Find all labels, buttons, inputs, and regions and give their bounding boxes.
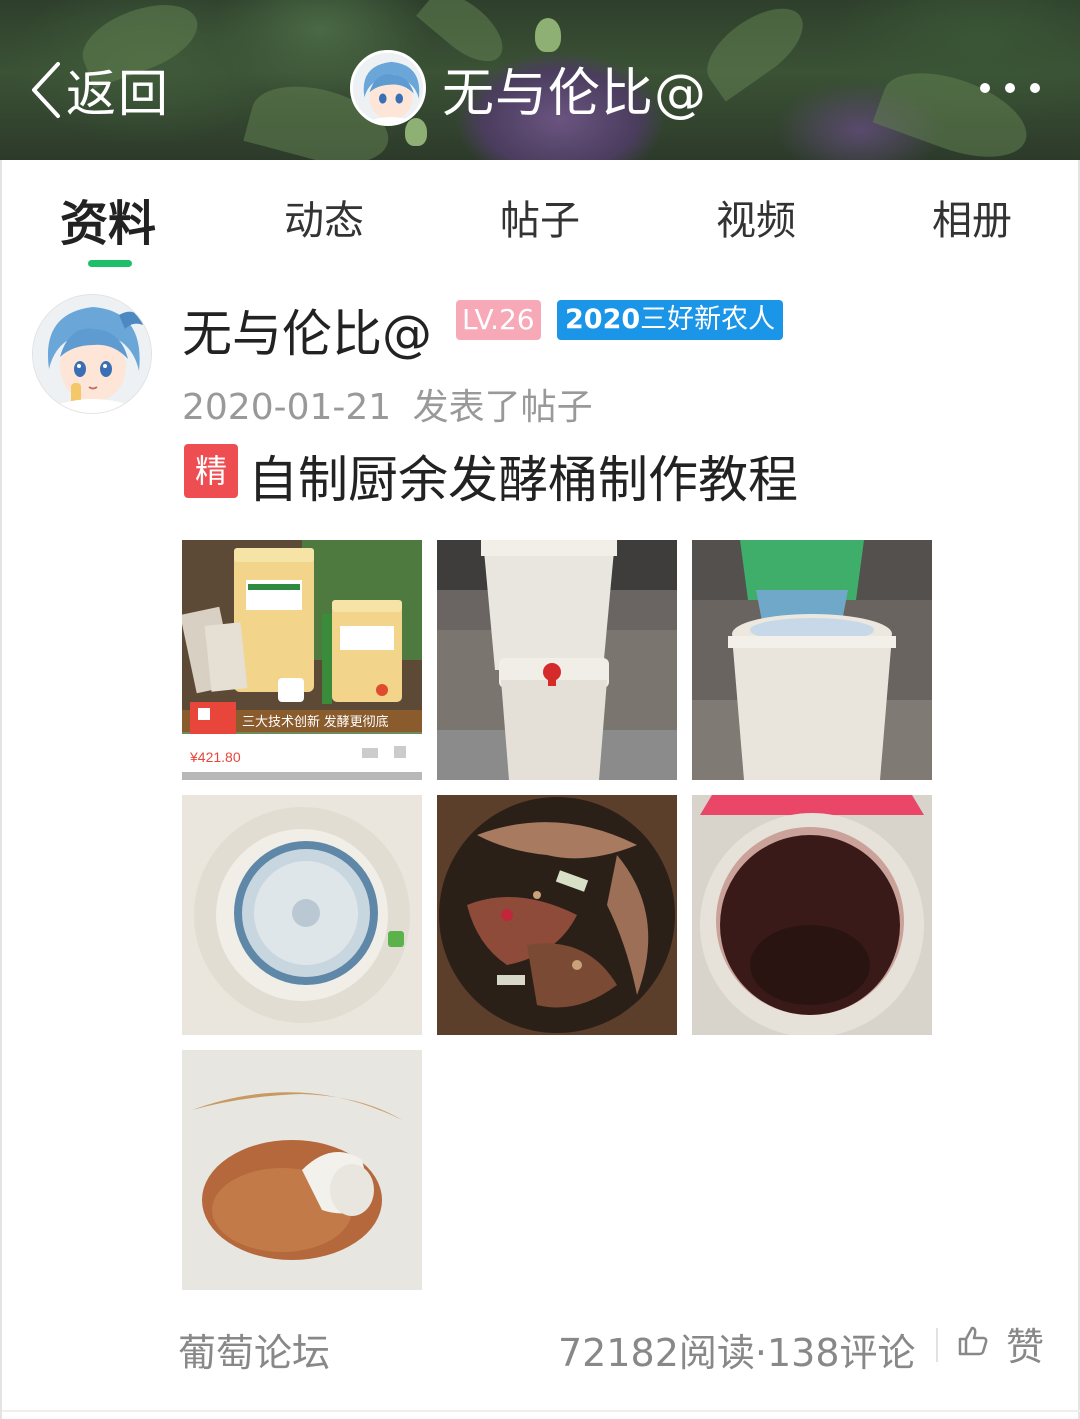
tab-albums[interactable]: 相册 <box>932 188 1012 246</box>
chevron-left-icon <box>26 52 70 128</box>
tab-videos[interactable]: 视频 <box>716 188 796 246</box>
tab-activity[interactable]: 动态 <box>284 188 364 246</box>
thumbs-up-icon <box>956 1324 990 1362</box>
post-photo-5[interactable] <box>437 795 677 1035</box>
post-photo-1[interactable]: 三大技术创新 发酵更彻底 ¥421.80 <box>182 540 422 780</box>
like-button[interactable]: 赞 <box>956 1318 1045 1369</box>
essence-tag: 精 <box>184 444 238 498</box>
author-name[interactable]: 无与伦比@ <box>182 294 432 366</box>
like-label: 赞 <box>1006 1324 1045 1369</box>
more-icon[interactable] <box>980 74 1040 102</box>
post-title[interactable]: 自制厨余发酵桶制作教程 <box>248 440 798 512</box>
tab-profile[interactable]: 资料 <box>60 184 156 254</box>
photo-price-text: ¥421.80 <box>189 749 241 765</box>
photo-banner-text: 三大技术创新 发酵更彻底 <box>242 714 389 729</box>
footer-divider <box>936 1328 938 1362</box>
photo-grid: 三大技术创新 发酵更彻底 ¥421.80 <box>182 540 932 1290</box>
tab-indicator <box>88 260 132 267</box>
back-button[interactable]: 返回 <box>26 52 170 128</box>
post-photo-4[interactable] <box>182 795 422 1035</box>
post-photo-2[interactable] <box>437 540 677 780</box>
avatar[interactable] <box>350 50 426 126</box>
header-user: 无与伦比@ <box>350 48 707 128</box>
divider <box>2 1410 1080 1412</box>
post-photo-3[interactable] <box>692 540 932 780</box>
post-photo-7[interactable] <box>182 1050 422 1290</box>
header-title: 无与伦比@ <box>442 63 708 124</box>
post-action: 发表了帖子 <box>412 387 593 428</box>
title-badge-text: 三好新农人 <box>640 304 776 335</box>
post-date: 2020-01-21 <box>182 387 392 428</box>
author-avatar[interactable] <box>32 294 152 414</box>
profile-tabs: 资料 动态 帖子 视频 相册 <box>0 160 1080 270</box>
back-label: 返回 <box>66 65 170 123</box>
title-badge: 2020三好新农人 <box>557 300 784 340</box>
post-stats: 72182阅读·138评论 <box>558 1331 916 1375</box>
profile-header: 返回 无与伦比@ <box>0 0 1080 160</box>
tab-posts[interactable]: 帖子 <box>500 188 580 246</box>
title-badge-year: 2020 <box>565 304 641 335</box>
post-card[interactable]: 无与伦比@ LV.26 2020三好新农人 2020-01-21 发表了帖子 精… <box>0 270 1080 1419</box>
forum-name[interactable]: 葡萄论坛 <box>178 1322 330 1377</box>
post-photo-6[interactable] <box>692 795 932 1035</box>
post-meta: 2020-01-21 发表了帖子 <box>182 378 593 430</box>
level-badge: LV.26 <box>456 300 541 340</box>
